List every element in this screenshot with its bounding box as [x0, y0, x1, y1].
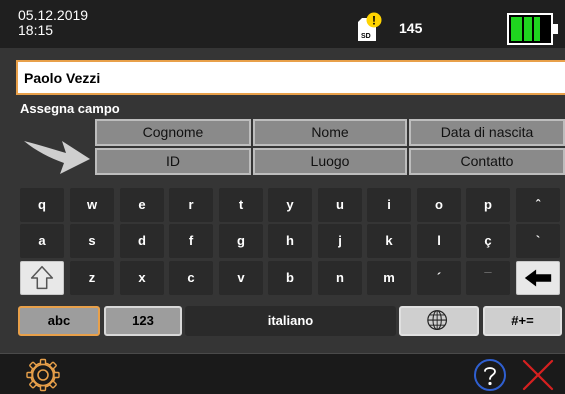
- backspace-arrow-icon: [524, 269, 552, 287]
- shift-key[interactable]: [20, 261, 64, 295]
- main-panel: Assegna campo Cognome Nome Data di nasci…: [0, 48, 565, 353]
- battery-icon: [507, 13, 558, 45]
- key-j[interactable]: j: [318, 224, 362, 258]
- globe-icon: [427, 310, 448, 330]
- numbers-button[interactable]: 123: [104, 306, 182, 336]
- key-w[interactable]: w: [70, 188, 114, 222]
- help-icon[interactable]: [472, 358, 508, 392]
- field-luogo-button[interactable]: Luogo: [253, 148, 407, 175]
- abc-button[interactable]: abc: [18, 306, 100, 336]
- key-m[interactable]: m: [367, 261, 411, 295]
- key-grave[interactable]: `: [516, 224, 560, 258]
- language-button[interactable]: [399, 306, 479, 336]
- field-nome-button[interactable]: Nome: [253, 119, 407, 146]
- key-x[interactable]: x: [120, 261, 164, 295]
- close-icon[interactable]: [520, 358, 556, 392]
- key-d[interactable]: d: [120, 224, 164, 258]
- space-bar[interactable]: italiano: [185, 306, 396, 336]
- key-acute[interactable]: ´: [417, 261, 461, 295]
- key-k[interactable]: k: [367, 224, 411, 258]
- key-circumflex[interactable]: ˆ: [516, 188, 560, 222]
- key-c[interactable]: c: [169, 261, 213, 295]
- bottom-toolbar: [0, 353, 565, 394]
- key-i[interactable]: i: [367, 188, 411, 222]
- key-b[interactable]: b: [268, 261, 312, 295]
- assign-field-title: Assegna campo: [20, 101, 120, 116]
- key-l[interactable]: l: [417, 224, 461, 258]
- field-cognome-button[interactable]: Cognome: [95, 119, 251, 146]
- sd-file-count: 145: [399, 20, 423, 36]
- key-g[interactable]: g: [219, 224, 263, 258]
- field-contatto-button[interactable]: Contatto: [409, 148, 565, 175]
- date-text: 05.12.2019: [18, 7, 89, 23]
- key-q[interactable]: q: [20, 188, 64, 222]
- key-t[interactable]: t: [219, 188, 263, 222]
- alert-mark: !: [372, 14, 376, 28]
- key-r[interactable]: r: [169, 188, 213, 222]
- alert-icon: !: [366, 12, 382, 28]
- key-e[interactable]: e: [120, 188, 164, 222]
- key-y[interactable]: y: [268, 188, 312, 222]
- key-s[interactable]: s: [70, 224, 114, 258]
- backspace-key[interactable]: [516, 261, 560, 295]
- key-h[interactable]: h: [268, 224, 312, 258]
- key-c-cedilla[interactable]: ç: [466, 224, 510, 258]
- key-macron[interactable]: ¯: [466, 261, 510, 295]
- key-a[interactable]: a: [20, 224, 64, 258]
- gear-icon[interactable]: [25, 358, 61, 392]
- name-input[interactable]: [16, 60, 565, 95]
- key-v[interactable]: v: [219, 261, 263, 295]
- shift-arrow-icon: [30, 265, 54, 290]
- key-o[interactable]: o: [417, 188, 461, 222]
- key-f[interactable]: f: [169, 224, 213, 258]
- key-p[interactable]: p: [466, 188, 510, 222]
- sd-label: SD: [361, 33, 371, 40]
- key-u[interactable]: u: [318, 188, 362, 222]
- field-id-button[interactable]: ID: [95, 148, 251, 175]
- symbols-button[interactable]: #+=: [483, 306, 562, 336]
- key-n[interactable]: n: [318, 261, 362, 295]
- time-text: 18:15: [18, 22, 54, 38]
- curved-arrow-icon: [24, 141, 90, 174]
- status-bar: 05.12.2019 18:15 SD ! 145: [0, 0, 565, 48]
- field-data-nascita-button[interactable]: Data di nascita: [409, 119, 565, 146]
- key-z[interactable]: z: [70, 261, 114, 295]
